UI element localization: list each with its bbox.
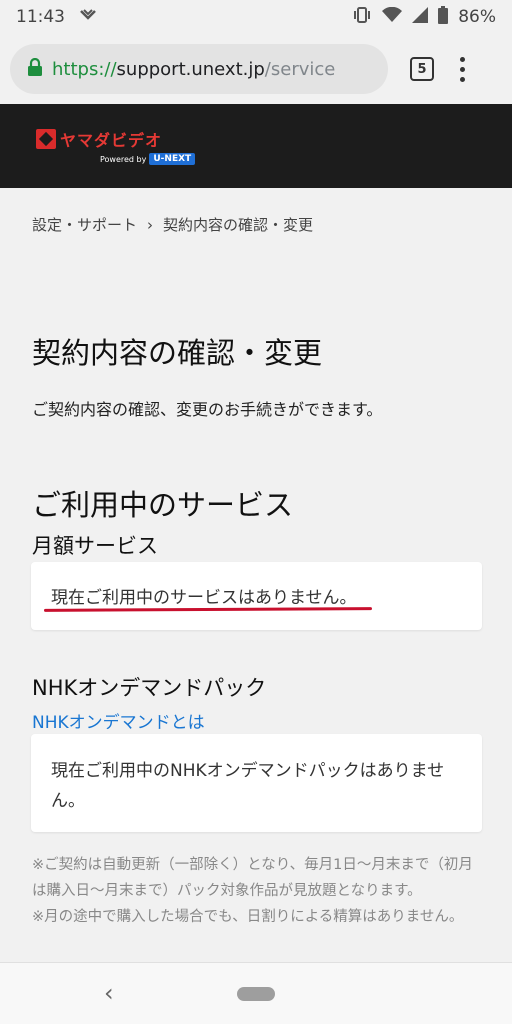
note-auto-renew: ※ご契約は自動更新（一部除く）となり、毎月1日〜月末まで（初月は購入日〜月末まで… bbox=[32, 857, 473, 899]
vibrate-icon bbox=[352, 6, 372, 29]
logo-mark-icon bbox=[36, 129, 56, 149]
monthly-service-title: 月額サービス bbox=[32, 534, 158, 558]
url-path: /service bbox=[264, 58, 336, 80]
browser-toolbar: https://support.unext.jp/service 5 bbox=[0, 34, 512, 104]
logo-powered-text: Powered by bbox=[100, 154, 147, 164]
address-bar[interactable]: https://support.unext.jp/service bbox=[10, 44, 388, 94]
note-no-proration: ※月の途中で購入した場合でも、日割りによる精算はありません。 bbox=[32, 909, 464, 925]
breadcrumb: 設定・サポート › 契約内容の確認・変更 bbox=[32, 214, 313, 235]
battery-icon bbox=[438, 5, 449, 29]
home-pill-button[interactable] bbox=[237, 987, 275, 1001]
status-bar: 11:43 86% bbox=[0, 0, 512, 34]
nhk-pack-card: 現在ご利用中のNHKオンデマンドパックはありません。 bbox=[31, 734, 482, 832]
system-nav-bar: ‹ bbox=[0, 962, 512, 1024]
back-icon[interactable]: ‹ bbox=[104, 979, 114, 1007]
notes: ※ご契約は自動更新（一部除く）となり、毎月1日〜月末まで（初月は購入日〜月末まで… bbox=[32, 852, 480, 930]
breadcrumb-separator-icon: › bbox=[147, 215, 154, 234]
page-title: 契約内容の確認・変更 bbox=[32, 336, 323, 370]
signal-icon bbox=[412, 6, 429, 28]
breadcrumb-parent-link[interactable]: 設定・サポート bbox=[32, 214, 137, 235]
nhk-pack-empty-text: 現在ご利用中のNHKオンデマンドパックはありません。 bbox=[51, 761, 445, 811]
nhk-pack-title: NHKオンデマンドパック bbox=[32, 676, 267, 700]
monthly-service-empty-text: 現在ご利用中のサービスはありません。 bbox=[51, 588, 357, 608]
url-host: support.unext.jp bbox=[116, 58, 265, 80]
notification-icon bbox=[79, 7, 97, 27]
url-scheme: https:// bbox=[52, 58, 117, 80]
breadcrumb-current: 契約内容の確認・変更 bbox=[163, 216, 314, 234]
logo-text: ヤマダビデオ bbox=[60, 131, 163, 150]
services-section-title: ご利用中のサービス bbox=[32, 488, 294, 522]
monthly-service-card: 現在ご利用中のサービスはありません。 bbox=[31, 562, 482, 630]
nhk-about-link[interactable]: NHKオンデマンドとは bbox=[32, 708, 205, 733]
page-description: ご契約内容の確認、変更のお手続きができます。 bbox=[32, 400, 383, 419]
battery-level: 86% bbox=[458, 7, 496, 27]
tab-switcher-button[interactable]: 5 bbox=[410, 57, 434, 81]
logo-badge: U-NEXT bbox=[149, 153, 196, 165]
red-underline-annotation bbox=[43, 607, 373, 612]
site-logo[interactable]: ヤマダビデオ Powered by U-NEXT bbox=[36, 127, 196, 165]
lock-icon bbox=[28, 57, 42, 81]
more-options-icon[interactable] bbox=[460, 56, 465, 82]
site-header: ヤマダビデオ Powered by U-NEXT bbox=[0, 104, 512, 188]
status-time: 11:43 bbox=[16, 7, 65, 27]
wifi-icon bbox=[382, 6, 403, 28]
